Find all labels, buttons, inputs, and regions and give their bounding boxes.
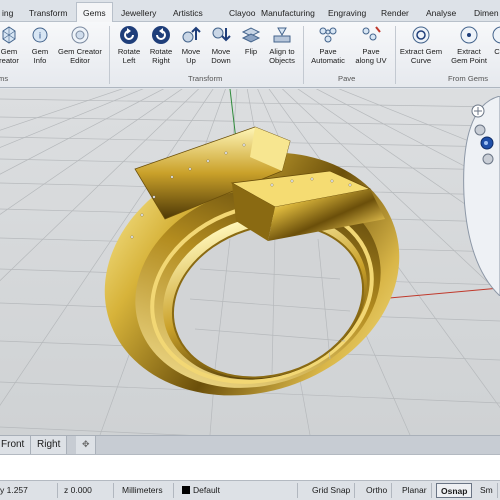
- pave-uv-icon: [362, 26, 381, 41]
- tool-label: along UV: [355, 55, 387, 65]
- osnap-toggle[interactable]: Osnap: [436, 483, 473, 498]
- tab-dimension[interactable]: Dimen: [474, 4, 499, 22]
- planar-toggle[interactable]: Planar: [398, 483, 432, 498]
- group-label-from-gems: From Gems: [448, 74, 489, 83]
- move-up-icon: [182, 26, 201, 43]
- tool-label: C: [494, 47, 500, 56]
- layer-color-swatch: [182, 486, 190, 494]
- tool-label: Editor: [70, 55, 90, 65]
- grid-snap-toggle[interactable]: Grid Snap: [308, 483, 356, 498]
- rotate-right-button[interactable]: Rotate Right: [145, 24, 177, 65]
- tool-label: Right: [152, 55, 170, 65]
- ring-model: [104, 126, 400, 396]
- move-down-button[interactable]: Move Down: [206, 24, 236, 65]
- tab-jewellery[interactable]: Jewellery: [121, 4, 156, 22]
- tool-label: Left: [122, 55, 136, 65]
- align-to-objects-button[interactable]: Align to Objects: [265, 24, 299, 65]
- rotate-right-icon: [152, 26, 170, 44]
- gem-editor-icon: [71, 26, 89, 44]
- tool-label: Down: [211, 55, 231, 65]
- group-label-transform: Transform: [188, 74, 223, 83]
- command-line[interactable]: [0, 454, 500, 481]
- smarttrack-toggle[interactable]: Sm: [476, 483, 498, 498]
- tool-label: Curve: [410, 55, 432, 65]
- tab-right-view[interactable]: Right: [31, 436, 68, 454]
- z-readout: z 0.000: [60, 483, 114, 498]
- gem-creator-button[interactable]: Gem reator: [0, 24, 24, 65]
- ribbon-panel: Gem reator i Gem Info Gem Creator Editor…: [0, 22, 500, 88]
- move-down-icon: [212, 27, 231, 42]
- tool-label: Up: [186, 55, 196, 65]
- tool-label: Automatic: [311, 55, 345, 65]
- tab-manufacturing[interactable]: Manufacturing: [261, 4, 315, 22]
- tab-transform[interactable]: Transform: [29, 4, 67, 22]
- ortho-toggle[interactable]: Ortho: [362, 483, 393, 498]
- tab-gems[interactable]: Gems: [76, 2, 113, 23]
- cut-icon: [492, 26, 500, 44]
- tab-artistics[interactable]: Artistics: [173, 4, 203, 22]
- group-label-pave: Pave: [338, 74, 356, 83]
- group-label-gems: ms: [0, 74, 9, 83]
- tool-label: Flip: [244, 47, 258, 56]
- group-separator: [109, 26, 110, 84]
- pave-icon: [319, 27, 337, 43]
- add-viewport-icon[interactable]: ✥: [76, 436, 96, 454]
- extract-gem-point-button[interactable]: Extract Gem Point: [447, 24, 491, 65]
- align-icon: [273, 27, 291, 43]
- coordinate-readout: y 1.257: [0, 483, 58, 498]
- tool-label: reator: [0, 55, 19, 65]
- extract-curve-icon: [412, 26, 430, 44]
- tool-label: Info: [33, 55, 47, 65]
- group-separator: [303, 26, 304, 84]
- units-display: Millimeters: [118, 483, 174, 498]
- flip-icon: [241, 27, 261, 43]
- viewport-scene: [0, 89, 500, 435]
- tab-engraving[interactable]: Engraving: [328, 4, 366, 22]
- gem-icon: [2, 26, 16, 44]
- status-bar: y 1.257 z 0.000 Millimeters Default Grid…: [0, 481, 500, 500]
- rotate-left-button[interactable]: Rotate Left: [113, 24, 145, 65]
- flip-button[interactable]: Flip: [238, 24, 264, 57]
- tab-drawing[interactable]: ing: [2, 4, 13, 22]
- pave-automatic-button[interactable]: Pave Automatic: [306, 24, 350, 65]
- pave-along-uv-button[interactable]: Pave along UV: [351, 24, 391, 65]
- cut-button[interactable]: C: [490, 24, 500, 57]
- tab-analyse[interactable]: Analyse: [426, 4, 456, 22]
- svg-text:i: i: [39, 31, 41, 41]
- layer-name: Default: [193, 485, 220, 495]
- extract-point-icon: [460, 26, 478, 44]
- tool-label: Gem Point: [451, 55, 487, 65]
- extract-gem-curve-button[interactable]: Extract Gem Curve: [396, 24, 446, 65]
- tab-render[interactable]: Render: [381, 4, 409, 22]
- gem-info-icon: i: [32, 27, 48, 43]
- ribbon-tab-bar: ing Transform Gems Jewellery Artistics C…: [0, 0, 500, 23]
- rotate-left-icon: [120, 26, 138, 44]
- gem-creator-editor-button[interactable]: Gem Creator Editor: [55, 24, 105, 65]
- perspective-viewport[interactable]: [0, 89, 500, 435]
- tool-label: Objects: [269, 55, 295, 65]
- layer-selector[interactable]: Default: [178, 483, 298, 498]
- viewport-tab-bar: Front Right ✥: [0, 435, 500, 454]
- move-up-button[interactable]: Move Up: [176, 24, 206, 65]
- tab-front-view[interactable]: Front: [0, 436, 32, 454]
- gem-navigator-panel[interactable]: [456, 96, 500, 296]
- tab-clayoo[interactable]: Clayoo: [229, 4, 255, 22]
- gem-info-button[interactable]: i Gem Info: [26, 24, 54, 65]
